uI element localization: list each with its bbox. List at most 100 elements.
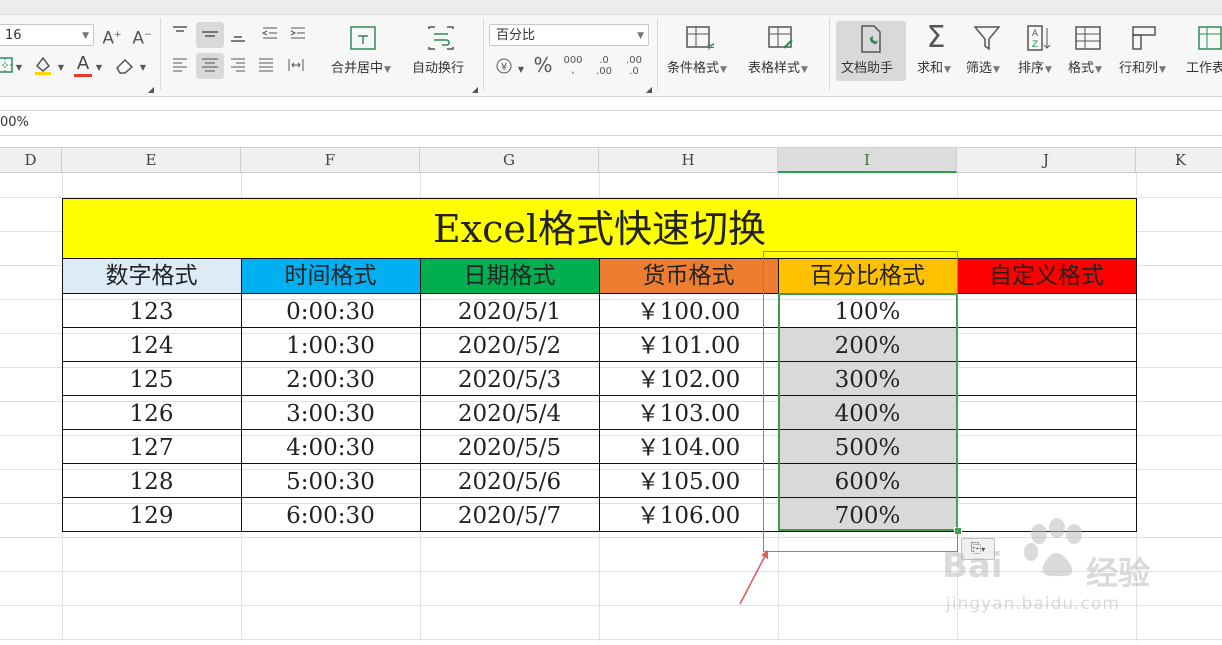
percent-style-icon[interactable]: % (532, 55, 554, 75)
table-header-cell[interactable]: 自定义格式 (957, 259, 1136, 293)
align-middle-icon[interactable] (196, 22, 224, 48)
table-style-icon[interactable] (766, 24, 796, 52)
format-button[interactable]: 格式▼ (1068, 61, 1102, 78)
font-size-select[interactable]: 16 ▼ (0, 24, 94, 46)
table-cell[interactable]: 2020/5/1 (420, 293, 599, 327)
sum-button[interactable]: 求和▼ (917, 61, 951, 78)
column-header-d[interactable]: D (0, 148, 62, 173)
table-cell[interactable]: 5:00:30 (241, 463, 420, 497)
column-header-g[interactable]: G (420, 148, 599, 173)
row-col-button[interactable]: 行和列▼ (1119, 61, 1166, 78)
chevron-down-icon[interactable]: ▼ (14, 58, 24, 78)
column-header-f[interactable]: F (241, 148, 420, 173)
table-cell[interactable]: ￥102.00 (599, 361, 778, 395)
font-grow-icon[interactable]: A+ (100, 25, 124, 49)
worksheet-button[interactable]: 工作表 (1186, 61, 1222, 77)
table-cell[interactable] (957, 395, 1136, 429)
table-cell[interactable]: 128 (62, 463, 241, 497)
table-cell[interactable]: 0:00:30 (241, 293, 420, 327)
table-style-button[interactable]: 表格样式▼ (748, 61, 808, 78)
wrap-text-button[interactable]: 自动换行 (412, 61, 464, 77)
chevron-down-icon: ▼ (384, 65, 391, 75)
currency-icon[interactable]: ¥ (494, 56, 516, 76)
table-cell[interactable]: 6:00:30 (241, 497, 420, 531)
table-title[interactable]: Excel格式快速切换 (62, 198, 1137, 258)
decrease-decimal-icon[interactable]: .00 .0 (622, 55, 646, 77)
chevron-down-icon[interactable]: ▼ (138, 58, 148, 78)
conditional-format-button[interactable]: 条件格式▼ (667, 61, 727, 78)
conditional-format-icon[interactable]: ≠ (684, 24, 714, 52)
table-cell[interactable]: 1:00:30 (241, 327, 420, 361)
align-center-icon[interactable] (196, 53, 224, 79)
column-header-h[interactable]: H (599, 148, 778, 173)
table-cell[interactable]: ￥101.00 (599, 327, 778, 361)
table-cell[interactable] (957, 361, 1136, 395)
table-cell[interactable]: ￥103.00 (599, 395, 778, 429)
table-cell[interactable]: 4:00:30 (241, 429, 420, 463)
font-shrink-icon[interactable]: A− (130, 25, 154, 49)
format-icon[interactable] (1073, 24, 1103, 52)
table-cell[interactable]: 2020/5/5 (420, 429, 599, 463)
table-cell[interactable] (957, 293, 1136, 327)
indent-decrease-icon[interactable] (260, 24, 282, 44)
table-cell[interactable]: 129 (62, 497, 241, 531)
table-cell[interactable]: 2020/5/3 (420, 361, 599, 395)
sort-icon[interactable]: AZ (1024, 24, 1054, 52)
number-format-select[interactable]: 百分比 ▼ (489, 24, 649, 46)
sum-icon[interactable]: Σ (921, 22, 951, 54)
table-cell[interactable] (957, 463, 1136, 497)
table-cell[interactable]: ￥106.00 (599, 497, 778, 531)
table-cell[interactable] (957, 429, 1136, 463)
merge-center-button[interactable]: 合并居中▼ (331, 61, 391, 78)
filter-button[interactable]: 筛选▼ (966, 61, 1000, 78)
eraser-icon[interactable] (114, 55, 138, 75)
table-cell[interactable]: 3:00:30 (241, 395, 420, 429)
align-right-icon[interactable] (228, 55, 250, 75)
font-color-icon[interactable]: A (72, 54, 94, 77)
table-cell[interactable]: 2020/5/2 (420, 327, 599, 361)
table-header-cell[interactable]: 货币格式 (599, 259, 778, 293)
table-cell[interactable]: 2020/5/6 (420, 463, 599, 497)
thousands-separator-icon[interactable]: 000, (562, 56, 584, 76)
distribute-icon[interactable] (286, 55, 308, 75)
align-top-icon[interactable] (170, 24, 192, 44)
align-left-icon[interactable] (170, 55, 192, 75)
table-cell[interactable]: 127 (62, 429, 241, 463)
row-col-icon[interactable] (1130, 24, 1160, 52)
column-header-e[interactable]: E (62, 148, 241, 173)
increase-decimal-icon[interactable]: .0 .00 (592, 55, 616, 77)
indent-increase-icon[interactable] (288, 24, 310, 44)
filter-icon[interactable] (972, 24, 1002, 52)
chevron-down-icon[interactable]: ▼ (516, 60, 526, 80)
column-header-k[interactable]: K (1136, 148, 1222, 173)
table-border (62, 198, 63, 531)
merge-center-icon[interactable] (348, 24, 378, 52)
table-cell[interactable]: 125 (62, 361, 241, 395)
worksheet-icon[interactable] (1196, 24, 1222, 52)
table-cell[interactable]: 124 (62, 327, 241, 361)
sort-button[interactable]: 排序▼ (1018, 61, 1052, 78)
table-cell[interactable]: 126 (62, 395, 241, 429)
table-cell[interactable] (957, 327, 1136, 361)
table-cell[interactable]: 2:00:30 (241, 361, 420, 395)
table-header-cell[interactable]: 数字格式 (62, 259, 241, 293)
table-cell[interactable]: ￥105.00 (599, 463, 778, 497)
justify-icon[interactable] (256, 55, 278, 75)
formula-bar[interactable]: 00% (0, 110, 1222, 136)
chevron-down-icon[interactable]: ▼ (94, 58, 104, 78)
font-size-value: 16 (5, 28, 22, 43)
chevron-down-icon[interactable]: ▼ (56, 58, 66, 78)
table-cell[interactable]: ￥104.00 (599, 429, 778, 463)
table-cell[interactable]: 2020/5/4 (420, 395, 599, 429)
align-bottom-icon[interactable] (228, 24, 250, 44)
doc-helper-button[interactable]: 文档助手 (836, 21, 906, 81)
table-cell[interactable]: ￥100.00 (599, 293, 778, 327)
column-header-i[interactable]: I (778, 148, 957, 173)
fill-color-icon[interactable] (32, 54, 56, 76)
table-header-cell[interactable]: 日期格式 (420, 259, 599, 293)
table-cell[interactable]: 2020/5/7 (420, 497, 599, 531)
table-header-cell[interactable]: 时间格式 (241, 259, 420, 293)
wrap-text-icon[interactable] (426, 24, 456, 52)
column-header-j[interactable]: J (957, 148, 1136, 173)
table-cell[interactable]: 123 (62, 293, 241, 327)
